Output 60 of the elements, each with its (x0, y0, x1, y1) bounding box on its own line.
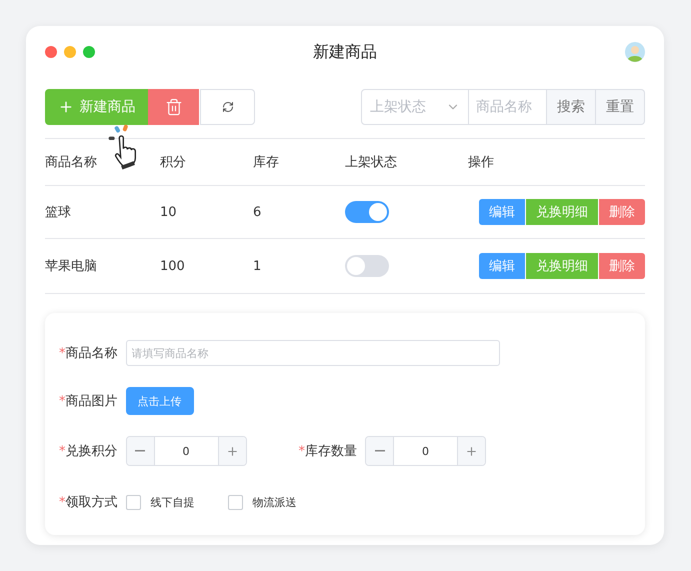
upload-button[interactable]: 点击上传 (126, 387, 194, 415)
minus-icon (135, 450, 145, 452)
option-label: 物流派送 (252, 494, 296, 510)
number-stepper[interactable]: 0 (126, 436, 246, 466)
column-header: 上架状态 (345, 154, 398, 171)
table-cell-text: 1 (253, 258, 262, 274)
required-mark: * (59, 394, 66, 408)
new-product-button[interactable]: 新建商品 (45, 89, 148, 125)
action-button[interactable]: 编辑 (479, 199, 525, 225)
checkbox[interactable] (228, 494, 242, 510)
number-stepper[interactable]: 0 (365, 436, 486, 466)
search-button[interactable]: 搜索 (547, 89, 596, 125)
action-button[interactable]: 删除 (599, 253, 645, 279)
action-button[interactable]: 兑换明细 (526, 253, 598, 279)
required-mark: * (59, 494, 66, 510)
minus-icon (374, 450, 384, 452)
name-input[interactable]: 请填写商品名称 (126, 340, 500, 366)
table-cell-text: 苹果电脑 (45, 258, 98, 275)
plus-icon (226, 444, 238, 458)
field-label: 商品图片 (66, 393, 118, 410)
plus-icon (58, 99, 74, 115)
decrement-button[interactable] (126, 437, 154, 465)
required-mark: * (59, 346, 66, 360)
maximize-dot-icon[interactable] (83, 46, 95, 58)
delete-button[interactable] (148, 89, 199, 125)
field-label: 商品名称 (66, 345, 118, 362)
required-mark: * (59, 444, 66, 458)
action-button[interactable]: 编辑 (479, 253, 525, 279)
avatar-icon[interactable] (625, 42, 645, 62)
window-title: 新建商品 (312, 42, 378, 62)
decrement-button[interactable] (366, 437, 394, 465)
column-header: 操作 (468, 154, 495, 171)
table-cell-text: 6 (253, 204, 262, 220)
checkbox[interactable] (126, 494, 140, 510)
action-button[interactable]: 删除 (599, 199, 645, 225)
field-label: 兑换积分 (66, 443, 118, 460)
status-switch[interactable] (345, 201, 389, 223)
increment-button[interactable] (457, 437, 485, 465)
minimize-dot-icon[interactable] (64, 46, 76, 58)
close-dot-icon[interactable] (45, 46, 57, 58)
table-cell-text: 10 (160, 204, 178, 220)
option-label: 线下自提 (150, 494, 194, 510)
status-select[interactable]: 上架状态 (361, 89, 469, 125)
name-search-field[interactable]: 商品名称 (469, 89, 547, 125)
field-label: 领取方式 (66, 494, 118, 511)
increment-button[interactable] (218, 437, 246, 465)
trash-icon (164, 98, 182, 116)
column-header: 积分 (160, 154, 187, 171)
reset-button[interactable]: 重置 (596, 89, 645, 125)
required-mark: * (298, 444, 305, 458)
plus-icon (465, 444, 478, 458)
refresh-button[interactable] (200, 89, 255, 125)
action-button[interactable]: 兑换明细 (526, 199, 598, 225)
status-switch[interactable] (345, 255, 389, 277)
field-label: 库存数量 (305, 443, 357, 460)
column-header: 商品名称 (45, 154, 98, 171)
refresh-icon (222, 101, 234, 113)
table-cell-text: 100 (160, 258, 186, 274)
table-cell-text: 篮球 (45, 204, 72, 221)
column-header: 库存 (253, 154, 280, 171)
